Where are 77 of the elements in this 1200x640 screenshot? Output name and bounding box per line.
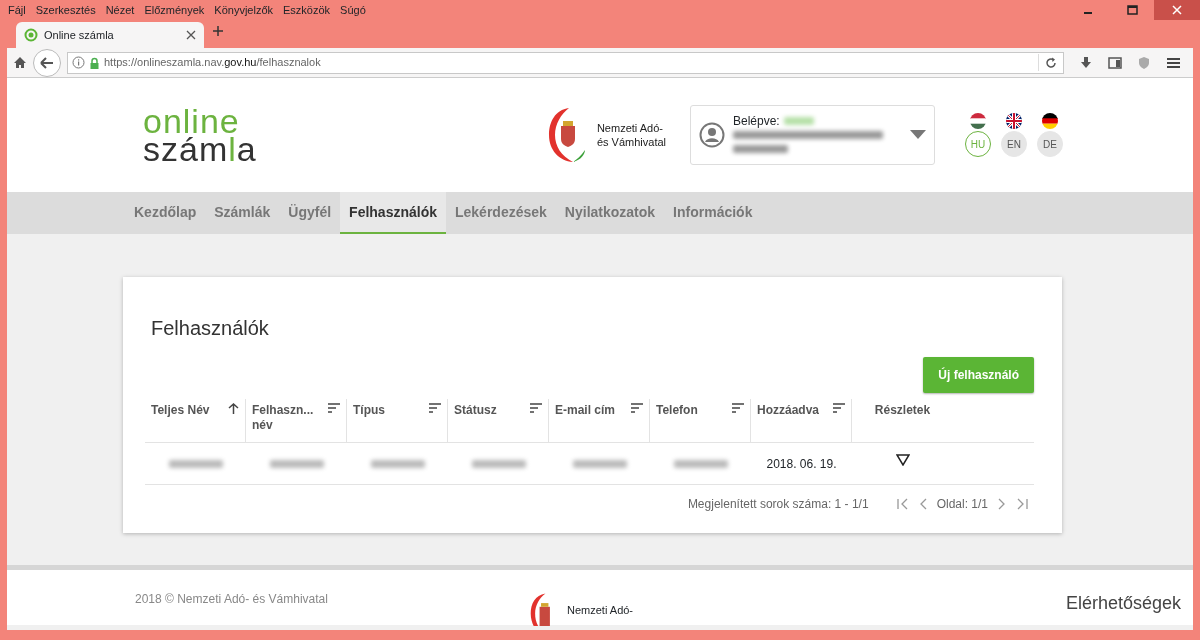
blurred-text (370, 459, 425, 468)
nav-tab[interactable]: Nyilatkozatok (555, 192, 665, 234)
blurred-text (783, 117, 814, 125)
address-bar[interactable]: https://onlineszamla.nav.gov.hu/felhasznalok (67, 51, 1064, 74)
sort-icon[interactable] (732, 403, 744, 413)
column-header[interactable]: Hozzáadva (751, 399, 852, 442)
flag-icon[interactable] (1006, 113, 1022, 129)
table-cell-text: 2018. 06. 19. (766, 455, 837, 473)
nav-tab[interactable]: Kezdőlap (125, 192, 206, 234)
user-icon (699, 122, 725, 148)
menu-item[interactable]: Előzmények (144, 1, 205, 19)
lock-icon (89, 56, 100, 69)
menu-item[interactable]: Súgó (340, 1, 366, 19)
browser-tab[interactable]: Online számla (16, 22, 204, 48)
menu-item[interactable]: Eszközök (283, 1, 331, 19)
menu-item[interactable]: Szerkesztés (35, 1, 96, 19)
column-header[interactable]: Státusz (448, 399, 549, 442)
emblem-icon (546, 106, 587, 164)
nav-tab[interactable]: Számlák (205, 192, 280, 234)
menu-item[interactable]: Fájl (8, 1, 26, 19)
page-indicator: Oldal: 1/1 (936, 496, 988, 513)
agency-name: és Vámhivatal (596, 135, 666, 149)
sort-icon[interactable] (631, 403, 643, 413)
sort-icon[interactable] (833, 403, 845, 413)
blurred-text (269, 459, 324, 468)
language-button[interactable]: DE (1037, 131, 1063, 157)
contact-link[interactable]: Elérhetőségek (1065, 590, 1181, 625)
nav-tab[interactable]: Információk (664, 192, 762, 234)
expand-icon[interactable] (895, 453, 910, 466)
nav-tab[interactable]: Felhasználók (340, 192, 446, 234)
sort-icon[interactable] (328, 403, 340, 413)
language-button[interactable]: EN (1001, 131, 1027, 157)
column-header[interactable]: E-mail cím (549, 399, 650, 442)
close-icon[interactable] (186, 30, 196, 40)
column-header[interactable]: Felhaszn... név (246, 399, 347, 442)
info-icon[interactable] (72, 56, 85, 69)
sidebar-icon[interactable] (1108, 56, 1122, 69)
column-header[interactable]: Részletek (852, 399, 953, 442)
nav-tab[interactable]: Ügyfél (279, 192, 341, 234)
back-arrow-icon (40, 56, 54, 69)
menu-item[interactable]: Nézet (105, 1, 135, 19)
user-dropdown[interactable]: Belépve: (690, 105, 935, 165)
column-header[interactable]: Telefon (650, 399, 751, 442)
rows-count: Megjelenített sorok száma: 1 - 1/1 (687, 496, 869, 513)
blurred-text (572, 459, 627, 468)
back-button[interactable] (33, 48, 61, 77)
column-header[interactable]: Teljes Név (145, 399, 246, 442)
column-header[interactable]: Típus (347, 399, 448, 442)
blurred-text (733, 145, 788, 153)
sort-arrow-icon[interactable] (228, 403, 239, 415)
caret-icon (910, 130, 926, 140)
agency-name: Nemzeti Adó- (596, 121, 664, 135)
nav-tab[interactable]: Lekérdezések (446, 192, 556, 234)
previous-page-icon[interactable] (918, 498, 927, 510)
site-icon (24, 28, 38, 42)
home-icon[interactable] (13, 56, 27, 69)
next-page-icon[interactable] (998, 498, 1006, 510)
last-page-icon[interactable] (1016, 498, 1028, 510)
page-title: Felhasználók (151, 316, 270, 341)
url-text: https://onlineszamla.nav.gov.hu/felhasznalok (104, 55, 322, 71)
first-page-icon[interactable] (896, 498, 909, 510)
menu-icon[interactable] (1166, 56, 1181, 69)
login-label: Belépve: (733, 114, 780, 128)
blurred-text (673, 459, 728, 468)
plus-icon[interactable] (212, 24, 224, 37)
blurred-text (471, 459, 526, 468)
blurred-text (168, 459, 223, 468)
maximize-icon[interactable] (1126, 5, 1138, 15)
copyright-text: 2018 © Nemzeti Adó- és Vámhivatal (135, 591, 329, 608)
reload-icon[interactable] (1045, 57, 1057, 70)
agency-name: Nemzeti Adó- (567, 603, 634, 618)
tab-title: Online számla (44, 27, 115, 43)
flag-icon[interactable] (1042, 113, 1058, 129)
menu-item[interactable]: Könyvjelzők (214, 1, 274, 19)
sort-icon[interactable] (530, 403, 542, 413)
download-icon[interactable] (1080, 56, 1092, 69)
sort-icon[interactable] (429, 403, 441, 413)
